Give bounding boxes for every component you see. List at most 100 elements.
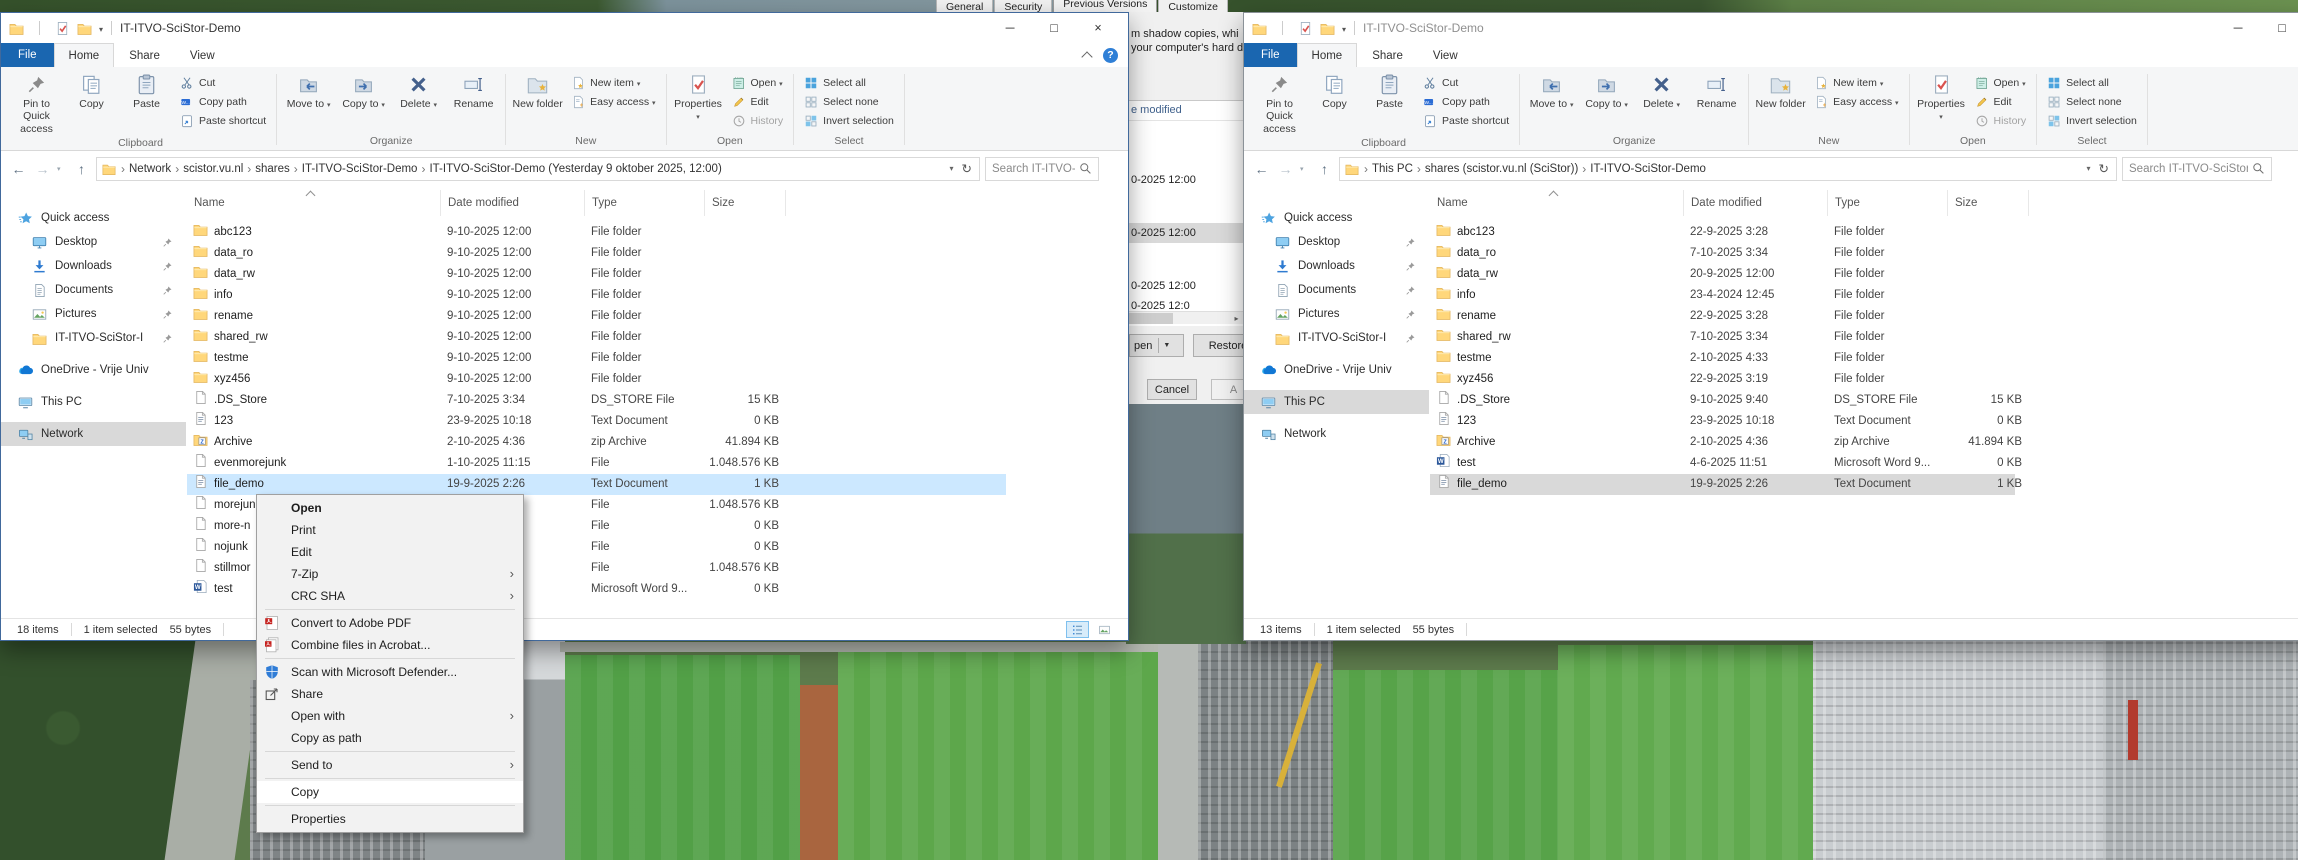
titlebar[interactable]: ▾ IT-ITVO-SciStor-Demo ─ □ ×	[1, 13, 1128, 43]
forward-button[interactable]: →	[33, 161, 52, 177]
search-box[interactable]: Search IT-ITVO-SciStor-De	[2122, 156, 2272, 181]
menu-item-open-with[interactable]: Open with ›	[257, 705, 523, 727]
column-header-date-modified[interactable]: Date modified	[1684, 190, 1828, 216]
collapse-ribbon-icon[interactable]	[1081, 51, 1093, 63]
tab-home[interactable]: Home	[53, 43, 115, 67]
sidebar-item-quick-access[interactable]: Quick access	[1244, 206, 1429, 230]
sidebar-item-pictures[interactable]: Pictures	[1244, 302, 1429, 326]
sidebar-item-documents[interactable]: Documents	[1244, 278, 1429, 302]
recent-locations-icon[interactable]: ▾	[1300, 165, 1310, 173]
ribbon-button-new-item[interactable]: New item ▾	[566, 73, 660, 92]
refresh-icon[interactable]: ↻	[962, 161, 972, 176]
ribbon-button-pin-to-quick-access[interactable]: Pin to Quick access	[10, 69, 63, 135]
file-row-123[interactable]: 123 23-9-2025 10:18 Text Document 0 KB	[1430, 411, 2260, 432]
titlebar[interactable]: ▾ IT-ITVO-SciStor-Demo ─ □	[1244, 13, 2298, 43]
horizontal-scrollbar[interactable]: ▸	[1129, 311, 1243, 324]
ribbon-button-paste-shortcut[interactable]: Paste shortcut	[175, 111, 271, 130]
ribbon-button-delete[interactable]: Delete ▾	[392, 69, 445, 110]
menu-item-copy-as-path[interactable]: Copy as path	[257, 727, 523, 749]
sidebar-item-network[interactable]: Network	[1244, 422, 1429, 446]
ribbon-button-copy[interactable]: Copy	[65, 69, 118, 110]
file-row-abc123[interactable]: abc123 9-10-2025 12:00 File folder	[187, 222, 1017, 243]
menu-item-properties[interactable]: Properties	[257, 808, 523, 830]
previous-version-row[interactable]: 0-2025 12:00	[1129, 223, 1243, 243]
menu-item-share[interactable]: Share	[257, 683, 523, 705]
file-row-rename[interactable]: rename 9-10-2025 12:00 File folder	[187, 306, 1017, 327]
sidebar-item-downloads[interactable]: Downloads	[1, 254, 186, 278]
ribbon-button-move-to[interactable]: Move to ▾	[1525, 69, 1578, 110]
file-row-info[interactable]: info 9-10-2025 12:00 File folder	[187, 285, 1017, 306]
file-row-file-demo[interactable]: file_demo 19-9-2025 2:26 Text Document 1 KB	[1430, 474, 2022, 495]
ribbon-button-paste-shortcut[interactable]: Paste shortcut	[1418, 111, 1514, 130]
sidebar-item-documents[interactable]: Documents	[1, 278, 186, 302]
tab-view[interactable]: View	[1418, 43, 1473, 67]
sidebar-item-quick-access[interactable]: Quick access	[1, 206, 186, 230]
qat-customize-button[interactable]: ▾	[99, 23, 103, 34]
sidebar-item-onedrive-vrije-univ[interactable]: OneDrive - Vrije Univ	[1244, 358, 1429, 382]
menu-item-crc-sha[interactable]: CRC SHA ›	[257, 585, 523, 607]
ribbon-button-new-folder[interactable]: New folder	[1754, 69, 1807, 110]
sidebar-item-network[interactable]: Network	[1, 422, 186, 446]
minimize-button[interactable]: ─	[2216, 13, 2260, 43]
file-row-data-rw[interactable]: data_rw 9-10-2025 12:00 File folder	[187, 264, 1017, 285]
maximize-button[interactable]: □	[1032, 13, 1076, 43]
previous-version-row[interactable]: 0-2025 12:00	[1129, 276, 1243, 296]
column-header-type[interactable]: Type	[1828, 190, 1948, 216]
ribbon-button-copy-path[interactable]: W... Copy path	[1418, 92, 1514, 111]
ribbon-button-open[interactable]: Open ▾	[1970, 73, 2032, 92]
ribbon-button-pin-to-quick-access[interactable]: Pin to Quick access	[1253, 69, 1306, 135]
menu-item-edit[interactable]: Edit	[257, 541, 523, 563]
breadcrumb-item-scistor-vu-nl[interactable]: scistor.vu.nl	[183, 163, 243, 175]
file-row-file-demo[interactable]: file_demo 19-9-2025 2:26 Text Document 1 KB	[187, 474, 1006, 495]
ribbon-button-properties[interactable]: Properties ▾	[672, 69, 725, 123]
sidebar-item-onedrive-vrije-univ[interactable]: OneDrive - Vrije Univ	[1, 358, 186, 382]
file-row-shared-rw[interactable]: shared_rw 9-10-2025 12:00 File folder	[187, 327, 1017, 348]
minimize-button[interactable]: ─	[988, 13, 1032, 43]
ribbon-button-copy[interactable]: Copy	[1308, 69, 1361, 110]
restore-button[interactable]: Restore	[1193, 334, 1243, 357]
ribbon-button-edit[interactable]: Edit	[727, 92, 789, 111]
breadcrumb-item-shares-scistor-vu-nl-scistor[interactable]: shares (scistor.vu.nl (SciStor))	[1425, 163, 1578, 175]
search-box[interactable]: Search IT-ITVO-SciStor-Demo	[985, 156, 1099, 181]
file-row-xyz456[interactable]: xyz456 9-10-2025 12:00 File folder	[187, 369, 1017, 390]
ribbon-button-history[interactable]: History	[1970, 111, 2032, 130]
file-row-ds-store[interactable]: .DS_Store 9-10-2025 9:40 DS_STORE File 15 K…	[1430, 390, 2260, 411]
file-row-rename[interactable]: rename 22-9-2025 3:28 File folder	[1430, 306, 2260, 327]
forward-button[interactable]: →	[1276, 161, 1295, 177]
breadcrumb-item-shares[interactable]: shares	[255, 163, 290, 175]
menu-item-print[interactable]: Print	[257, 519, 523, 541]
address-dropdown-icon[interactable]: ▾	[950, 164, 954, 173]
ribbon-button-copy-path[interactable]: W... Copy path	[175, 92, 271, 111]
apply-button[interactable]: A	[1211, 379, 1243, 400]
left-explorer-window[interactable]: ▾ IT-ITVO-SciStor-Demo ─ □ × File Home Share Vie…	[0, 12, 1129, 641]
ribbon-button-invert-selection[interactable]: Invert selection	[2042, 111, 2142, 130]
file-row-shared-rw[interactable]: shared_rw 7-10-2025 3:34 File folder	[1430, 327, 2260, 348]
menu-item-open[interactable]: Open	[257, 497, 523, 519]
details-view-button[interactable]	[1066, 621, 1089, 638]
address-bar[interactable]: › This PC › shares (scistor.vu.nl (SciStor)…	[1339, 156, 2117, 181]
ribbon-button-select-none[interactable]: Select none	[2042, 92, 2142, 111]
open-version-button[interactable]: pen ▼	[1129, 334, 1184, 357]
file-row-testme[interactable]: testme 9-10-2025 12:00 File folder	[187, 348, 1017, 369]
menu-item-copy[interactable]: Copy	[257, 781, 523, 803]
context-menu[interactable]: Open Print Edit 7-Zip › CRC SHA › Convert to Ad…	[256, 494, 524, 833]
ribbon-button-new-folder[interactable]: New folder	[511, 69, 564, 110]
sidebar-item-it-itvo-scistor-i[interactable]: IT-ITVO-SciStor-I	[1244, 326, 1429, 350]
file-row-ds-store[interactable]: .DS_Store 7-10-2025 3:34 DS_STORE File 15 K…	[187, 390, 1017, 411]
breadcrumb-item-it-itvo-scistor-demo-yesterday-9-oktober-2025-12-00[interactable]: IT-ITVO-SciStor-Demo (Yesterday 9 oktobe…	[429, 163, 721, 175]
ribbon-button-rename[interactable]: Rename	[1690, 69, 1743, 110]
breadcrumb-item-network[interactable]: Network	[129, 163, 171, 175]
address-dropdown-icon[interactable]: ▾	[2087, 164, 2091, 173]
file-row-abc123[interactable]: abc123 22-9-2025 3:28 File folder	[1430, 222, 2260, 243]
tab-share[interactable]: Share	[1357, 43, 1418, 67]
file-row-info[interactable]: info 23-4-2024 12:45 File folder	[1430, 285, 2260, 306]
ribbon-button-select-all[interactable]: Select all	[2042, 73, 2142, 92]
file-row-archive[interactable]: Z Archive 2-10-2025 4:36 zip Archive 41.894 …	[1430, 432, 2260, 453]
ribbon-button-paste[interactable]: Paste	[1363, 69, 1416, 110]
help-button[interactable]: ?	[1103, 47, 1118, 63]
maximize-button[interactable]: □	[2260, 13, 2298, 43]
up-button[interactable]: ↑	[1315, 161, 1334, 177]
ribbon-button-paste[interactable]: Paste	[120, 69, 173, 110]
column-header-type[interactable]: Type	[585, 190, 705, 216]
sidebar-item-it-itvo-scistor-i[interactable]: IT-ITVO-SciStor-I	[1, 326, 186, 350]
